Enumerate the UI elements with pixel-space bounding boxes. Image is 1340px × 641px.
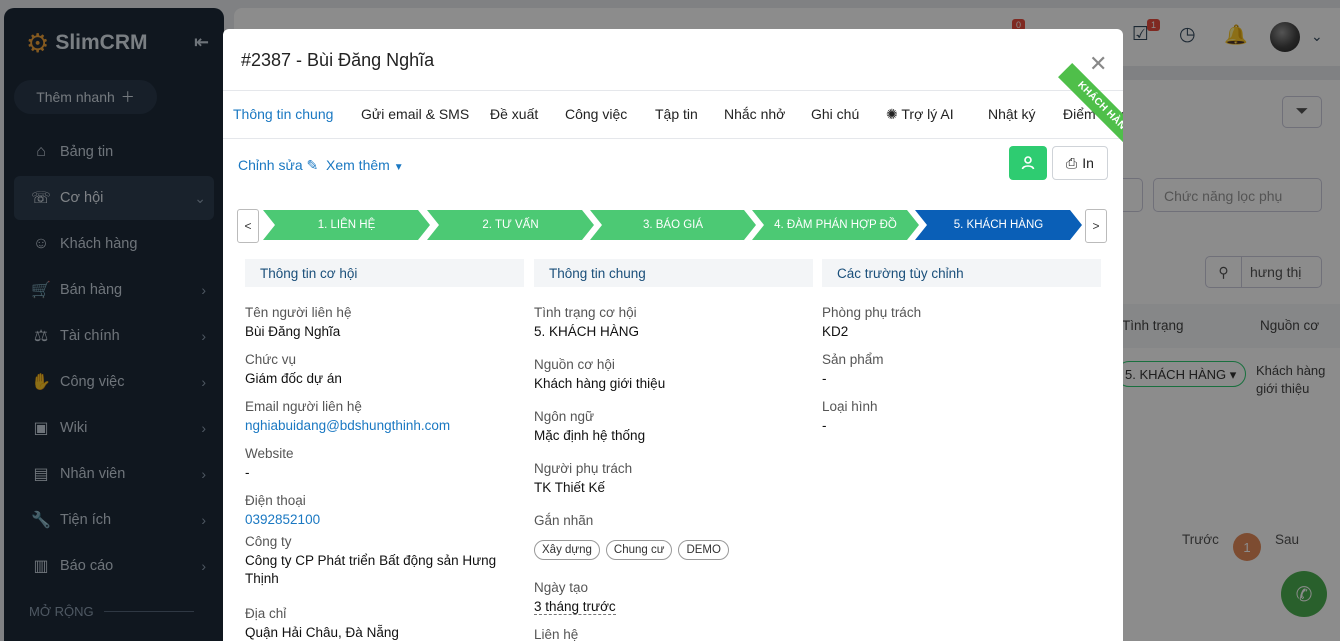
field-assignee: Người phụ trách TK Thiết Kế xyxy=(534,461,804,497)
field-label: Nguồn cơ hội xyxy=(534,357,615,372)
print-label: In xyxy=(1082,155,1094,171)
field-label: Website xyxy=(245,446,294,461)
field-label: Email người liên hệ xyxy=(245,399,362,414)
modal-title: #2387 - Bùi Đăng Nghĩa xyxy=(241,50,435,70)
stage-tu-van[interactable]: 2. TƯ VẤN xyxy=(427,210,594,240)
stage-prev-button[interactable]: < xyxy=(237,209,259,243)
field-value: KD2 xyxy=(822,324,849,339)
created-date: 3 tháng trước xyxy=(534,599,616,615)
field-type: Loại hình - xyxy=(822,399,1092,435)
field-email: Email người liên hệ nghiabuidang@bdshungt… xyxy=(245,399,515,435)
stage-lien-he[interactable]: 1. LIÊN HỆ xyxy=(263,210,430,240)
print-button[interactable]: ⎙ In xyxy=(1052,146,1108,180)
field-value: Giám đốc dự án xyxy=(245,371,342,386)
field-label: Liên hệ xyxy=(534,627,579,641)
field-label: Ngày tạo xyxy=(534,580,589,595)
tab-label: Trợ lý AI xyxy=(901,106,954,122)
edit-icon: ✎ xyxy=(306,157,319,173)
field-value: Quận Hải Châu, Đà Nẵng xyxy=(245,625,399,640)
section-header: Thông tin cơ hội xyxy=(245,259,524,287)
edit-label: Chỉnh sửa xyxy=(238,157,303,173)
stage-next-button[interactable]: > xyxy=(1085,209,1107,243)
field-label: Người phụ trách xyxy=(534,461,633,476)
field-value: Công ty CP Phát triển Bất động sản Hưng … xyxy=(245,553,497,586)
tab-de-xuat[interactable]: Đề xuất xyxy=(490,106,538,122)
close-icon[interactable]: ✕ xyxy=(1089,51,1107,77)
tab-thong-tin-chung[interactable]: Thông tin chung xyxy=(233,106,333,122)
tag[interactable]: Xây dựng xyxy=(534,540,600,560)
more-dropdown[interactable]: Xem thêm ▼ xyxy=(326,157,404,173)
ai-icon: ✺ xyxy=(886,106,898,122)
field-value: - xyxy=(822,371,827,386)
modal-header: #2387 - Bùi Đăng Nghĩa ✕ xyxy=(223,29,1123,91)
edit-link[interactable]: Chỉnh sửa ✎ xyxy=(238,157,318,174)
tab-nhac-nho[interactable]: Nhắc nhở xyxy=(724,106,785,122)
field-label: Công ty xyxy=(245,534,292,549)
tab-gui-email-sms[interactable]: Gửi email & SMS xyxy=(361,106,469,122)
section-header: Thông tin chung xyxy=(534,259,813,287)
stage-dam-phan[interactable]: 4. ĐÀM PHÁN HỢP ĐỒ xyxy=(752,210,919,240)
field-status: Tình trạng cơ hội 5. KHÁCH HÀNG xyxy=(534,305,804,341)
field-label: Phòng phụ trách xyxy=(822,305,922,320)
section-header: Các trường tùy chỉnh xyxy=(822,259,1101,287)
more-label: Xem thêm xyxy=(326,157,390,173)
field-source: Nguồn cơ hội Khách hàng giới thiệu xyxy=(534,357,804,393)
printer-icon: ⎙ xyxy=(1066,154,1078,171)
tab-cong-viec[interactable]: Công việc xyxy=(565,106,627,122)
col-general-info: Thông tin chung Tình trạng cơ hội 5. KHÁC… xyxy=(534,259,813,641)
field-value: TK Thiết Kế xyxy=(534,480,606,495)
field-contact: Liên hệ xyxy=(534,627,804,641)
field-label: Gắn nhãn xyxy=(534,513,594,528)
field-label: Loại hình xyxy=(822,399,878,414)
tag[interactable]: Chung cư xyxy=(605,540,673,560)
phone-link[interactable]: 0392852100 xyxy=(245,511,515,529)
field-position: Chức vụ Giám đốc dự án xyxy=(245,352,515,388)
field-label: Ngôn ngữ xyxy=(534,409,595,424)
tab-tap-tin[interactable]: Tập tin xyxy=(655,106,698,122)
stage-bao-gia[interactable]: 3. BÁO GIÁ xyxy=(590,210,756,240)
field-value: Khách hàng giới thiệu xyxy=(534,376,666,391)
field-value: 5. KHÁCH HÀNG xyxy=(534,324,640,339)
modal-actions: Chỉnh sửa ✎ Xem thêm ▼ ⎙ In xyxy=(223,139,1123,189)
field-label: Địa chỉ xyxy=(245,606,287,621)
field-label: Sản phẩm xyxy=(822,352,884,367)
field-value: - xyxy=(245,465,250,480)
email-link[interactable]: nghiabuidang@bdshungthinh.com xyxy=(245,417,515,435)
field-value: Bùi Đăng Nghĩa xyxy=(245,324,341,339)
field-website: Website - xyxy=(245,446,515,482)
field-phone: Điện thoại 0392852100 xyxy=(245,493,515,529)
field-company: Công ty Công ty CP Phát triển Bất động sả… xyxy=(245,534,515,588)
field-label: Tên người liên hệ xyxy=(245,305,352,320)
field-language: Ngôn ngữ Mặc định hệ thống xyxy=(534,409,804,445)
field-value: Mặc định hệ thống xyxy=(534,428,646,443)
tag[interactable]: DEMO xyxy=(678,540,729,560)
field-label: Tình trạng cơ hội xyxy=(534,305,637,320)
tab-tro-ly-ai[interactable]: ✺ Trợ lý AI xyxy=(886,106,954,123)
modal-tabs: Thông tin chung Gửi email & SMS Đề xuất … xyxy=(223,63,1123,155)
user-icon xyxy=(1021,156,1035,170)
tab-ghi-chu[interactable]: Ghi chú xyxy=(811,106,859,122)
col-custom-fields: Các trường tùy chỉnh Phòng phụ trách KD2 … xyxy=(822,259,1101,433)
stage-khach-hang[interactable]: 5. KHÁCH HÀNG xyxy=(915,210,1082,240)
caret-down-icon: ▼ xyxy=(393,162,404,173)
field-address: Địa chỉ Quận Hải Châu, Đà Nẵng xyxy=(245,606,515,641)
field-label: Điện thoại xyxy=(245,493,306,508)
field-value: 3 tháng trước xyxy=(534,598,804,616)
field-department: Phòng phụ trách KD2 xyxy=(822,305,1092,341)
field-label: Chức vụ xyxy=(245,352,297,367)
opportunity-modal: #2387 - Bùi Đăng Nghĩa ✕ Thông tin chung… xyxy=(223,29,1123,641)
tab-nhat-ky[interactable]: Nhật ký xyxy=(988,106,1035,122)
tag-list: Xây dựng Chung cư DEMO xyxy=(534,540,804,560)
field-product: Sản phẩm - xyxy=(822,352,1092,388)
field-created: Ngày tạo 3 tháng trước xyxy=(534,580,804,616)
field-tags: Gắn nhãn Xây dựng Chung cư DEMO xyxy=(534,513,804,560)
field-contact-name: Tên người liên hệ Bùi Đăng Nghĩa xyxy=(245,305,515,341)
convert-customer-button[interactable] xyxy=(1009,146,1047,180)
pipeline-stages: < 1. LIÊN HỆ 2. TƯ VẤN 3. BÁO GIÁ 4. ĐÀM… xyxy=(237,209,1109,243)
field-value: - xyxy=(822,418,827,433)
col-opportunity-info: Thông tin cơ hội Tên người liên hệ Bùi Đă… xyxy=(245,259,524,640)
